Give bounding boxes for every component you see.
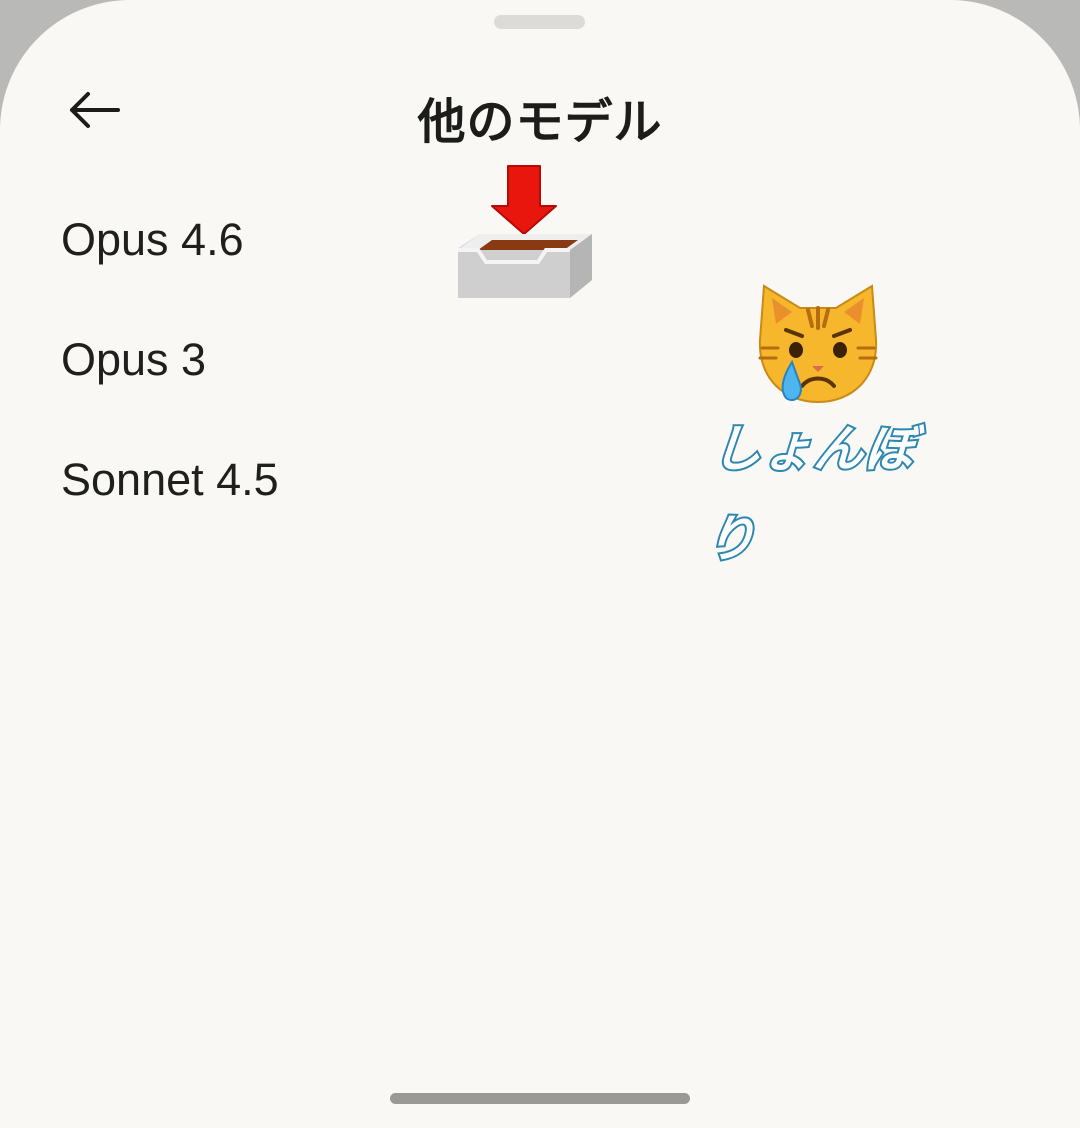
- inbox-tray-download-icon: [452, 162, 597, 304]
- crying-cat-face-icon: [748, 278, 888, 408]
- home-indicator[interactable]: [390, 1093, 690, 1104]
- page-title: 他のモデル: [417, 94, 663, 150]
- model-item-opus-3[interactable]: Opus 3: [0, 300, 1080, 420]
- sticker-caption: しょんぼり: [702, 418, 920, 570]
- bottom-sheet: 他のモデル Opus 4.6 Opus 3 Sonnet 4.5 しょんぼり: [0, 0, 1080, 1128]
- drag-handle[interactable]: [494, 15, 585, 29]
